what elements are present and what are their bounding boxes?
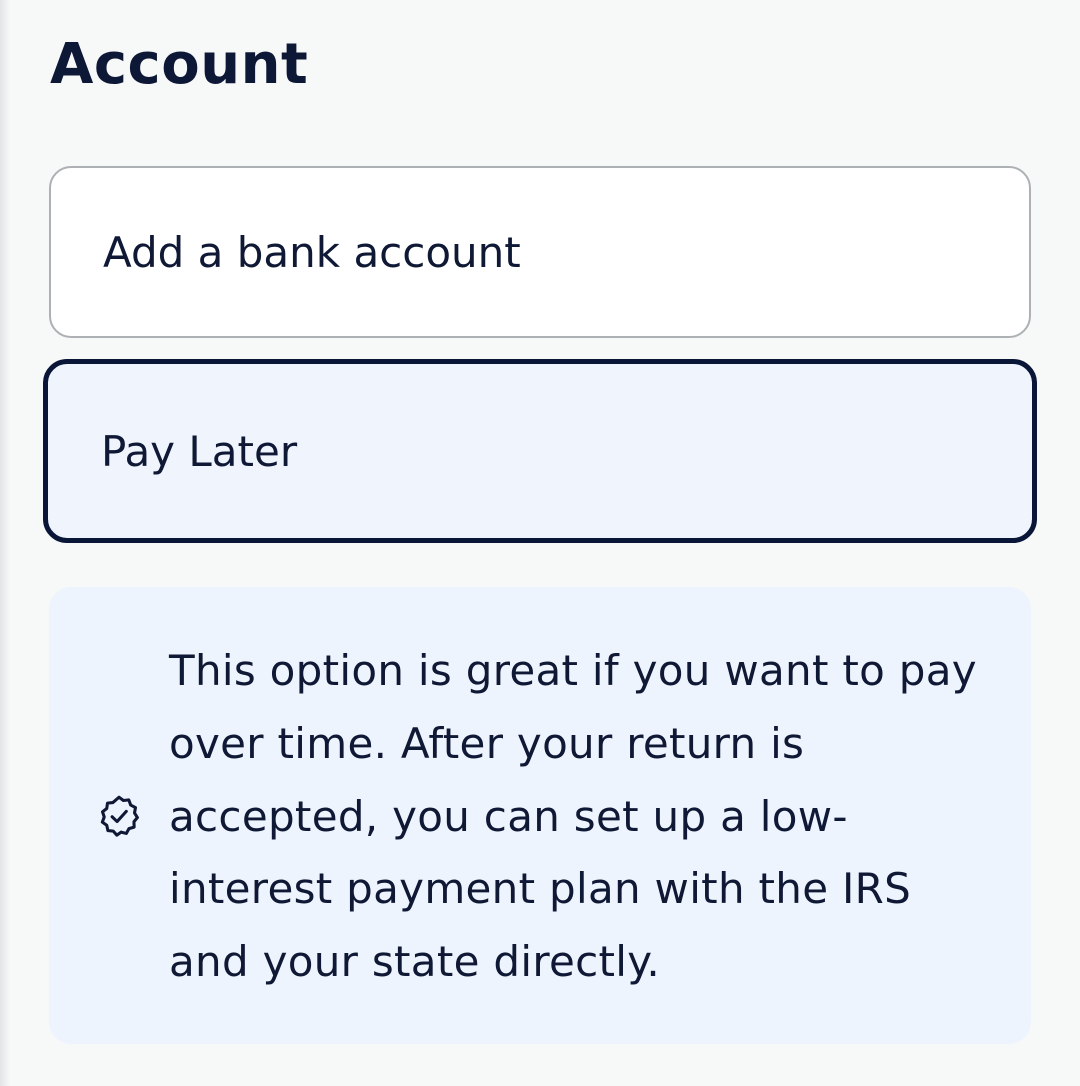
- option-label: Add a bank account: [103, 227, 521, 277]
- left-edge-shadow: [0, 0, 10, 1086]
- add-bank-account-option[interactable]: Add a bank account: [49, 166, 1031, 338]
- pay-later-info-box: This option is great if you want to pay …: [49, 587, 1031, 1044]
- option-label: Pay Later: [101, 426, 298, 476]
- verified-badge-icon: [100, 795, 139, 837]
- page-title: Account: [50, 32, 309, 97]
- pay-later-option[interactable]: Pay Later: [43, 359, 1037, 543]
- info-description: This option is great if you want to pay …: [169, 646, 977, 987]
